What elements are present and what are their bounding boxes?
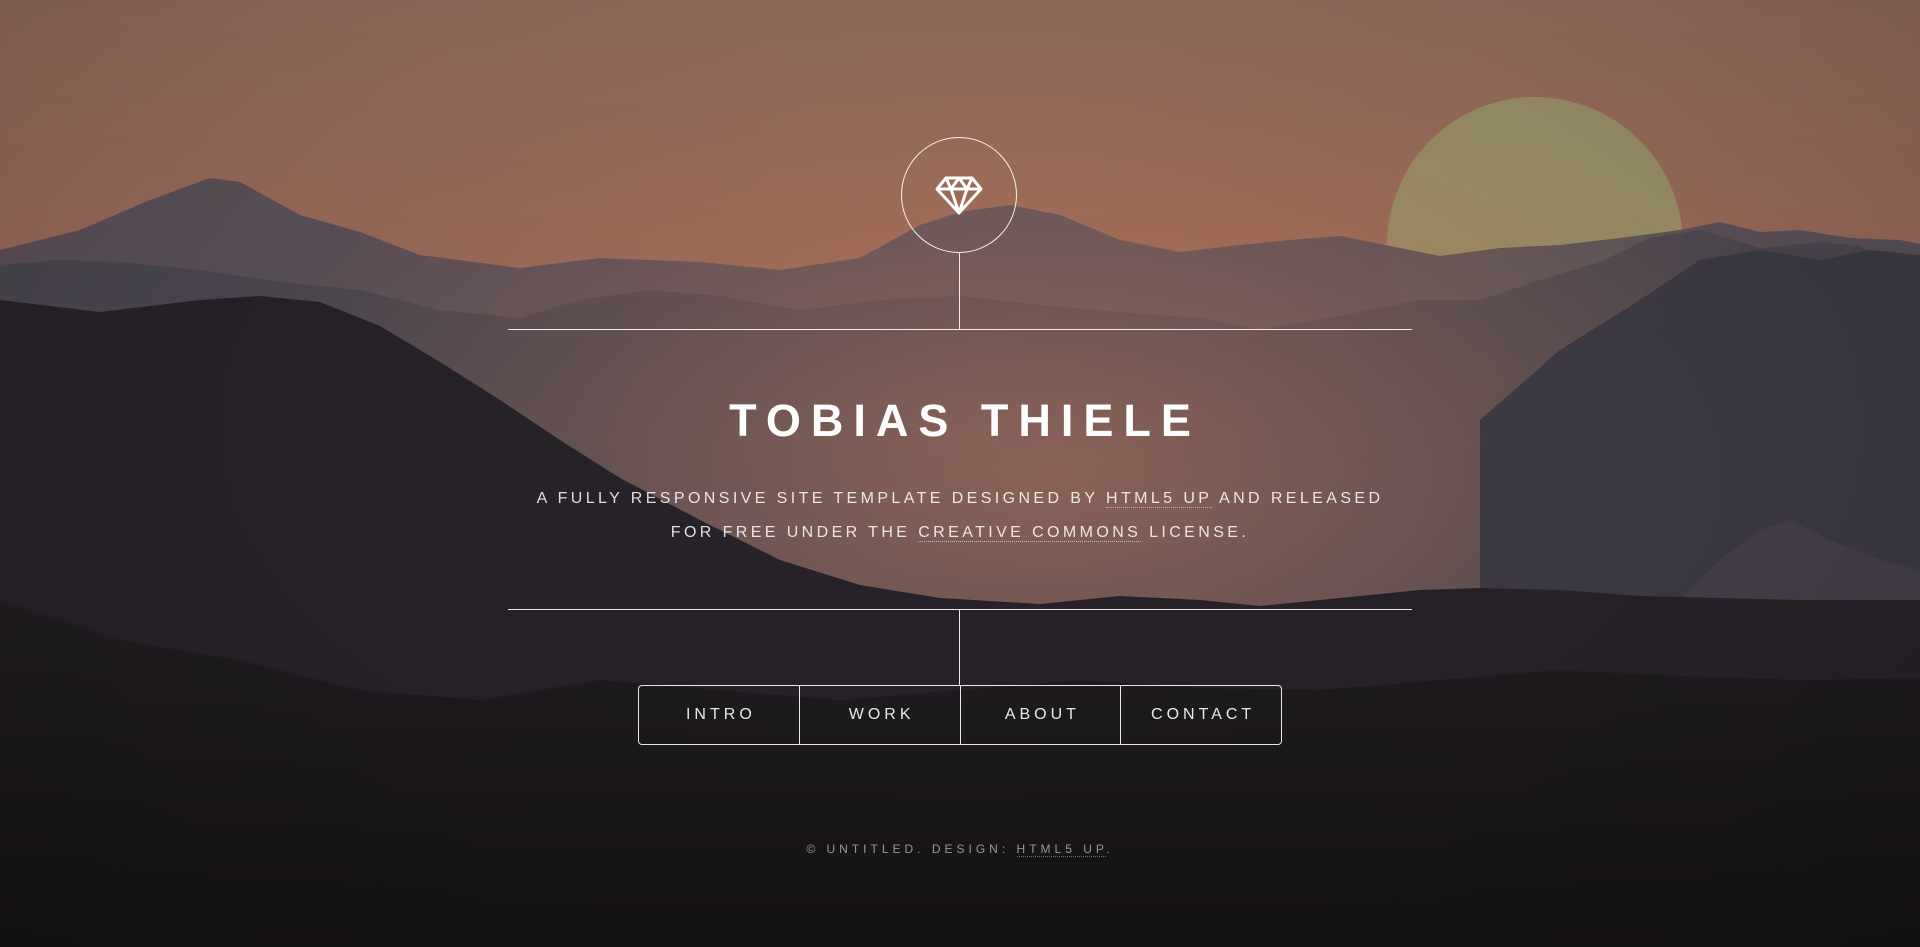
site-title: TOBIAS THIELE	[729, 395, 1201, 446]
main-nav: INTRO WORK ABOUT CONTACT	[638, 685, 1282, 745]
copyright-text: © UNTITLED. DESIGN:	[806, 842, 1017, 856]
description-text: A FULLY RESPONSIVE SITE TEMPLATE DESIGNE…	[536, 490, 1107, 507]
nav-connector-line	[959, 610, 960, 685]
footer-html5up-link[interactable]: HTML5 UP	[1016, 842, 1107, 857]
nav-item-contact[interactable]: CONTACT	[1120, 686, 1281, 744]
logo-connector-line	[959, 253, 960, 330]
description-text: LICENSE.	[1141, 524, 1250, 541]
html5up-link[interactable]: HTML5 UP	[1106, 490, 1213, 508]
description-text: FOR FREE UNDER THE	[670, 524, 919, 541]
page: TOBIAS THIELE A FULLY RESPONSIVE SITE TE…	[0, 0, 1920, 947]
creative-commons-link[interactable]: CREATIVE COMMONS	[918, 524, 1142, 542]
nav-item-intro[interactable]: INTRO	[639, 686, 799, 744]
content-bottom-border	[508, 609, 1412, 610]
footer: © UNTITLED. DESIGN: HTML5 UP.	[0, 842, 1920, 857]
site-description: A FULLY RESPONSIVE SITE TEMPLATE DESIGNE…	[508, 482, 1412, 550]
nav-item-about[interactable]: ABOUT	[959, 686, 1121, 744]
header-content: TOBIAS THIELE A FULLY RESPONSIVE SITE TE…	[508, 330, 1412, 609]
nav-item-work[interactable]: WORK	[798, 686, 960, 744]
logo-circle	[901, 137, 1017, 253]
diamond-icon	[935, 176, 983, 215]
copyright-end: .	[1106, 842, 1114, 856]
description-text: AND RELEASED	[1212, 490, 1384, 507]
